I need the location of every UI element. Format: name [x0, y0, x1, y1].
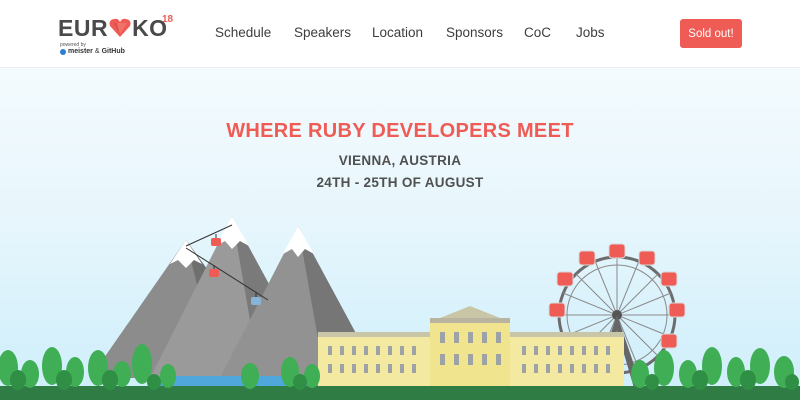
hero-location: VIENNA, AUSTRIA	[338, 153, 462, 168]
nav-schedule[interactable]: Schedule	[215, 25, 271, 40]
nav-location[interactable]: Location	[372, 25, 423, 40]
ground	[0, 386, 800, 400]
site-header: EUR KO 18 powered by meister & GitHub Sc…	[0, 0, 800, 68]
vienna-illustration	[0, 216, 800, 400]
nav-coc[interactable]: CoC	[524, 25, 551, 40]
palace	[318, 306, 624, 394]
hero-section: WHERE RUBY DEVELOPERS MEET VIENNA, AUSTR…	[0, 68, 800, 400]
nav-sponsors[interactable]: Sponsors	[446, 25, 503, 40]
logo-text-left: EUR	[58, 15, 109, 41]
hero-dates: 24TH - 25TH OF AUGUST	[316, 175, 484, 190]
sponsor-separator: &	[94, 48, 100, 55]
nav-speakers[interactable]: Speakers	[294, 25, 351, 40]
hero-tagline: WHERE RUBY DEVELOPERS MEET	[226, 120, 574, 142]
logo-sponsors: meister & GitHub	[60, 48, 125, 55]
meister-icon	[60, 48, 66, 55]
sold-out-button[interactable]: Sold out!	[680, 19, 742, 48]
nav-jobs[interactable]: Jobs	[576, 25, 605, 40]
sponsor-github: GitHub	[101, 48, 125, 55]
euruko-logo[interactable]: EUR KO 18 powered by meister & GitHub	[58, 14, 178, 56]
ruby-heart-icon	[109, 18, 131, 38]
logo-year: 18	[162, 14, 174, 25]
sponsor-meister: meister	[68, 48, 93, 55]
logo-wordmark: EUR KO	[58, 16, 168, 40]
